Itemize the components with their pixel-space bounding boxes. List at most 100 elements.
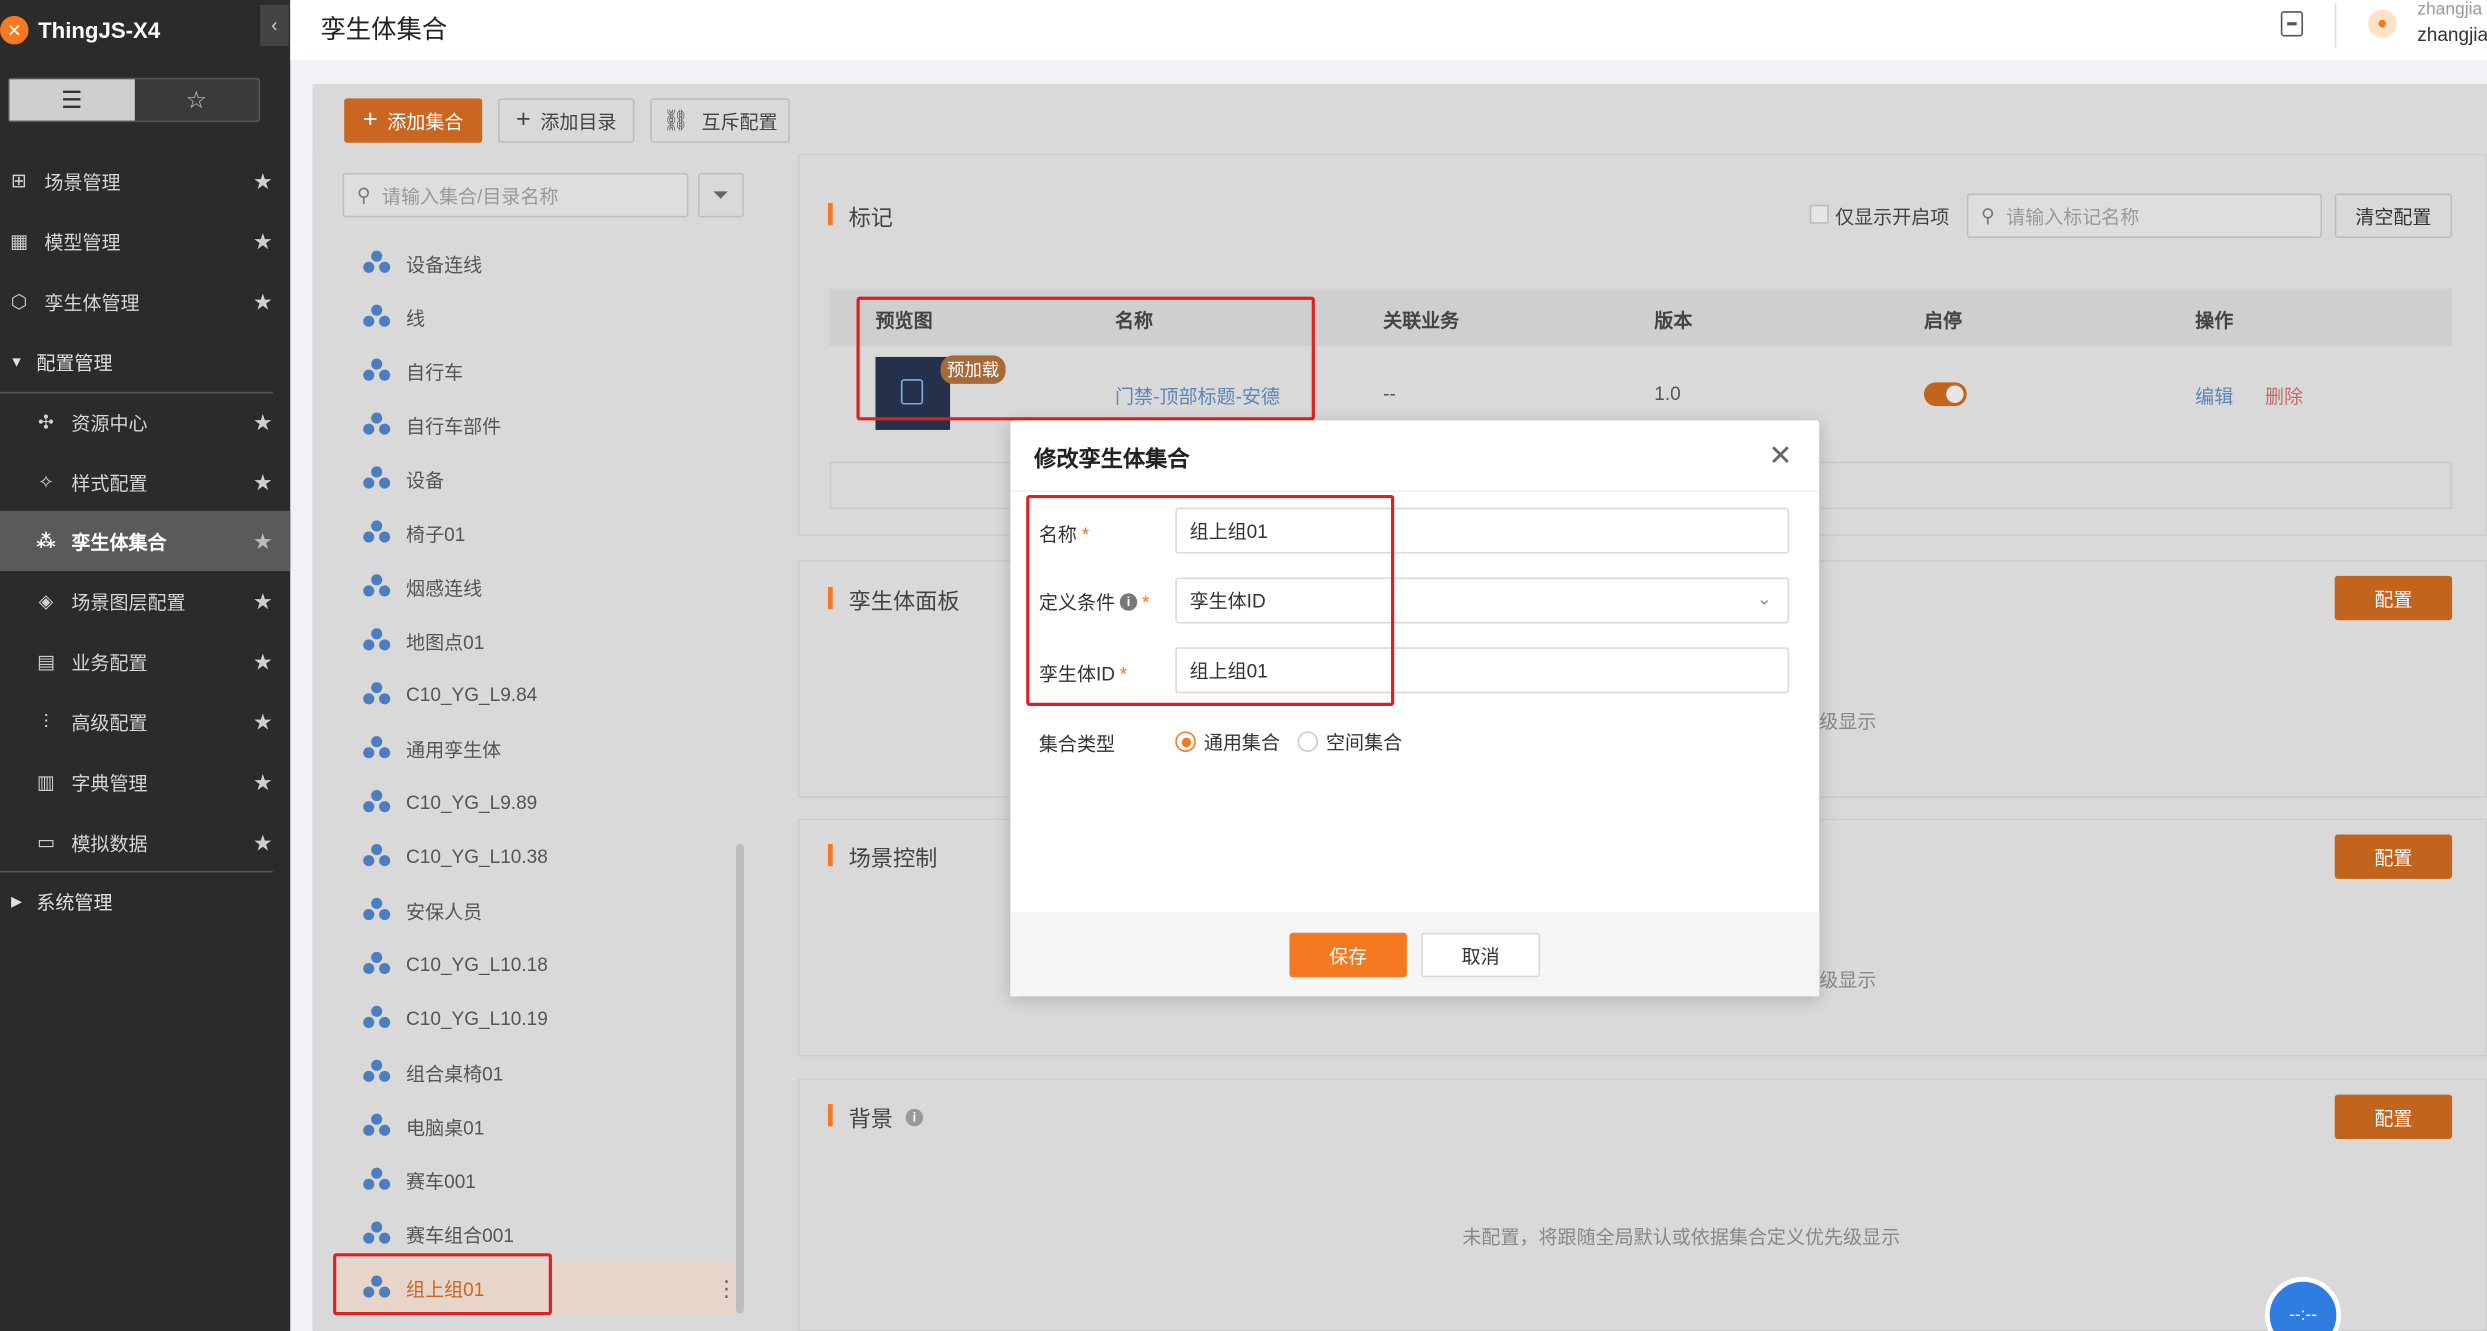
radio-space-label[interactable]: 空间集合 [1326,728,1402,755]
cube-icon: ⬡ [10,290,28,313]
sidebar-item-dictionary[interactable]: ▥ 字典管理 ★ [0,752,290,812]
sidebar-item-model[interactable]: ▦ 模型管理 ★ [0,211,290,271]
username-primary[interactable]: zhangjia [2417,24,2487,46]
tree-item[interactable]: 赛车组合001 [363,1215,514,1253]
search-icon: ⚲ [1981,204,1995,227]
twin-panel-config-button[interactable]: 配置 [2334,575,2453,621]
favorite-star-icon[interactable]: ★ [253,588,273,615]
document-icon[interactable] [2280,11,2304,37]
col-actions: 操作 [2195,309,2234,332]
marker-search-input[interactable]: ⚲ 请输入标记名称 [1966,193,2323,238]
filter-button[interactable]: ⏷ [697,172,744,218]
tree-item[interactable]: 电脑桌01 [363,1107,484,1145]
sidebar-group-label: 配置管理 [36,351,113,374]
favorite-star-icon[interactable]: ★ [253,708,273,735]
tree-scrollbar[interactable] [735,843,744,1314]
more-vertical-icon[interactable]: ⋮ [715,1275,737,1302]
tree-item[interactable]: 自行车部件 [363,406,501,444]
top-header: 孪生体集合 ● zhangjia zhangjia [290,0,2487,61]
view-toggle: ☰ ☆ [7,77,261,123]
collapse-sidebar-button[interactable]: ‹ [260,4,289,47]
username-secondary[interactable]: zhangjia [2417,0,2482,19]
favorite-star-icon[interactable]: ★ [253,769,273,796]
clear-config-button[interactable]: 清空配置 [2334,193,2453,238]
sidebar-item-mock-data[interactable]: ▭ 模拟数据 ★ [0,812,290,872]
radio-general[interactable] [1175,731,1196,752]
cancel-button[interactable]: 取消 [1421,932,1541,978]
star-outline-icon: ☆ [185,87,207,115]
col-business: 关联业务 [1383,309,1460,332]
tree-item[interactable]: 线 [363,298,425,336]
info-icon[interactable]: i [905,1108,924,1127]
favorite-star-icon[interactable]: ★ [253,648,273,675]
add-directory-label: 添加目录 [540,110,617,133]
sidebar-item-twin[interactable]: ⬡ 孪生体管理 ★ [0,271,290,331]
favorite-star-icon[interactable]: ★ [253,469,273,496]
add-collection-button[interactable]: + 添加集合 [344,98,483,143]
save-button[interactable]: 保存 [1289,932,1407,978]
tree-item[interactable]: 设备 [363,460,444,498]
tree-item[interactable]: 设备连线 [363,244,482,282]
dialog-title: 修改孪生体集合 [1034,445,1190,472]
sidebar-item-label: 模拟数据 [71,832,148,855]
sidebar-group-system[interactable]: ▶ 系统管理 [0,871,290,931]
tree-item[interactable]: C10_YG_L10.19 [363,999,548,1037]
enable-toggle[interactable] [1923,382,1967,407]
tree-item[interactable]: C10_YG_L9.89 [363,784,537,822]
edit-link[interactable]: 编辑 [2195,382,2233,409]
add-directory-button[interactable]: + 添加目录 [498,98,635,143]
tree-item-label: 赛车001 [406,1169,476,1193]
favorite-star-icon[interactable]: ★ [253,167,273,194]
tree-item[interactable]: 椅子01 [363,514,465,552]
tree-item[interactable]: 自行车 [363,352,463,390]
list-view-button[interactable]: ☰ [9,79,135,121]
cluster-icon [363,682,392,707]
sidebar-item-resource[interactable]: ✣ 资源中心 ★ [0,392,290,452]
twin-panel-hint: 级显示 [1819,710,1877,733]
radio-general-label[interactable]: 通用集合 [1204,728,1280,755]
favorite-star-icon[interactable]: ★ [253,527,273,554]
plus-icon: + [515,106,531,134]
tree-item[interactable]: 烟感连线 [363,568,482,606]
background-card [797,1078,2487,1331]
scene-control-config-button[interactable]: 配置 [2334,834,2453,879]
sidebar-item-scene-layer[interactable]: ◈ 场景图层配置 ★ [0,571,290,631]
header-divider [2334,3,2337,48]
tree-item[interactable]: 安保人员 [363,892,482,930]
tree-item-label: C10_YG_L10.18 [406,953,548,976]
tree-item[interactable]: C10_YG_L10.18 [363,945,548,983]
favorite-star-icon[interactable]: ★ [253,408,273,435]
tree-item[interactable]: 地图点01 [363,622,484,660]
sidebar-item-twin-collection[interactable]: ⁂ 孪生体集合 ★ [0,510,291,572]
sidebar-item-style[interactable]: ✧ 样式配置 ★ [0,452,290,512]
only-enabled-checkbox[interactable] [1809,204,1829,224]
sidebar-item-label: 业务配置 [71,651,148,674]
close-icon[interactable]: ✕ [1769,439,1793,472]
favorite-star-icon[interactable]: ★ [253,829,273,856]
delete-link[interactable]: 删除 [2265,382,2303,409]
tree-item-label: 组合桌椅01 [406,1062,504,1085]
tree-item[interactable]: 赛车001 [363,1161,476,1199]
favorite-star-icon[interactable]: ★ [253,288,273,315]
favorites-view-button[interactable]: ☆ [134,79,259,120]
sidebar-item-business[interactable]: ▤ 业务配置 ★ [0,631,290,691]
tree-item[interactable]: C10_YG_L10.38 [363,838,548,876]
search-icon: ⚲ [356,184,371,207]
tree-item[interactable]: C10_YG_L9.84 [363,676,537,714]
tree-item[interactable]: 通用孪生体 [363,730,501,768]
sidebar-item-scene[interactable]: ⊞ 场景管理 ★ [0,151,290,211]
sidebar-item-advanced[interactable]: ⫶ 高级配置 ★ [0,692,290,752]
user-avatar-icon[interactable]: ● [2368,9,2397,39]
cluster-icon [363,250,392,276]
twin-panel-title: 孪生体面板 [848,588,960,614]
tree-search-input[interactable]: ⚲ 请输入集合/目录名称 [342,172,689,218]
marker-title: 标记 [848,204,893,231]
radio-space[interactable] [1297,731,1319,752]
app-logo: ✕ ThingJS-X4 [0,10,160,51]
sidebar-group-config[interactable]: ▼ 配置管理 [0,332,290,392]
favorite-star-icon[interactable]: ★ [253,228,273,255]
tree-item[interactable]: 组合桌椅01 [363,1053,503,1091]
background-config-button[interactable]: 配置 [2334,1094,2453,1140]
mutex-config-button[interactable]: ⛓ 互斥配置 [650,98,790,143]
tree-item-label: 设备 [406,468,445,491]
